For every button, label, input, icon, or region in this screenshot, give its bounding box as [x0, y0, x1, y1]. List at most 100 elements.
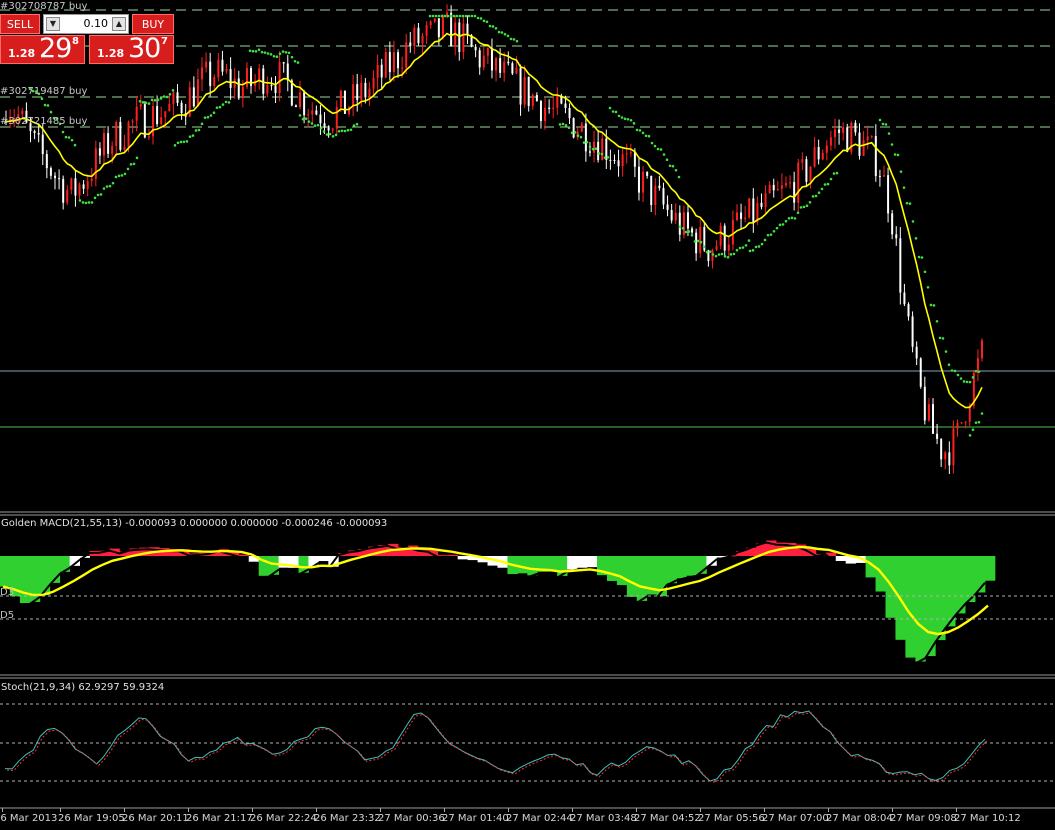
candle-body: [919, 358, 922, 387]
candle-body: [213, 77, 216, 86]
candle-body: [981, 340, 983, 359]
candle-body: [241, 86, 244, 99]
lot-increase-button[interactable]: ▲: [112, 17, 126, 31]
candle-body: [180, 102, 183, 114]
trail-dot: [757, 245, 761, 248]
candle-body: [307, 114, 310, 116]
trail-dot: [896, 153, 900, 157]
candle-body: [294, 105, 297, 108]
trail-dot: [168, 92, 172, 96]
candle-body: [282, 62, 285, 64]
trail-dot: [899, 170, 903, 173]
trail-dot: [173, 144, 177, 147]
candle-body: [776, 188, 779, 191]
macd-histogram-bar: [915, 556, 926, 662]
buy-price-button[interactable]: 1.28 30 7: [89, 33, 174, 64]
macd-histogram-bar: [587, 556, 598, 568]
trail-dot: [941, 337, 945, 340]
trail-dot: [650, 141, 654, 145]
candle-body: [527, 76, 530, 106]
candle-body: [437, 18, 440, 38]
buy-price-prefix: 1.28: [97, 47, 125, 60]
trail-dot: [965, 380, 969, 384]
trail-dot: [974, 421, 978, 424]
trail-dot: [470, 14, 474, 18]
candle-body: [495, 58, 498, 71]
trail-dot: [49, 110, 53, 114]
trail-dot: [606, 155, 610, 159]
trail-dot: [512, 38, 516, 41]
trail-dot: [775, 226, 779, 230]
trail-dot: [644, 134, 648, 138]
sell-price-prefix: 1.28: [8, 47, 36, 60]
candle-body: [78, 184, 81, 196]
trail-dot: [823, 183, 827, 186]
trail-dot: [594, 147, 598, 151]
trail-dot: [509, 37, 513, 41]
trail-dot: [141, 101, 145, 104]
candle-body: [364, 82, 367, 98]
candle-body: [825, 145, 828, 153]
macd-histogram-bar: [905, 556, 916, 658]
candle-body: [544, 107, 547, 122]
candle-body: [691, 228, 694, 233]
candle-body: [45, 154, 48, 169]
buy-button[interactable]: BUY: [132, 14, 174, 34]
trail-dot: [284, 51, 288, 54]
trail-dot: [61, 130, 65, 134]
candle-body: [833, 129, 836, 138]
candle-body: [715, 245, 718, 250]
candle-body: [217, 59, 220, 78]
trail-dot: [352, 124, 356, 127]
lot-decrease-button[interactable]: ▼: [46, 17, 60, 31]
sell-price-button[interactable]: 1.28 29 8: [0, 33, 85, 64]
candle-body: [41, 134, 44, 155]
time-axis-label: 26 Mar 22:24: [250, 813, 317, 824]
trail-dot: [117, 174, 121, 178]
trail-dot: [687, 230, 691, 233]
candle-body: [601, 138, 604, 161]
candle-body: [482, 55, 485, 68]
macd-histogram-bar: [616, 556, 628, 586]
trail-dot: [138, 99, 142, 103]
candle-body: [552, 107, 555, 110]
trail-dot: [678, 225, 682, 229]
trail-dot: [81, 201, 85, 204]
lot-size-field[interactable]: ▼ 0.10 ▲: [43, 14, 129, 34]
trail-dot: [938, 336, 942, 340]
trail-dot: [191, 134, 195, 137]
candle-body: [744, 217, 747, 219]
macd-histogram-bar: [527, 556, 538, 576]
trail-dot: [603, 156, 607, 160]
trail-dot: [132, 162, 136, 166]
candle-body: [838, 129, 841, 133]
candle-body: [74, 178, 77, 196]
price-chart[interactable]: [0, 0, 1055, 830]
trail-dot: [911, 220, 915, 223]
candle-body: [413, 27, 416, 46]
candle-body: [315, 110, 318, 115]
order-label-3[interactable]: #302721485 buy: [0, 116, 87, 127]
order-label-2[interactable]: #302719487 buy: [0, 86, 87, 97]
trail-dot: [714, 254, 718, 258]
trail-dot: [977, 370, 981, 373]
trail-dot: [620, 116, 624, 119]
candle-body: [968, 405, 971, 422]
trail-dot: [337, 129, 341, 133]
trail-dot: [215, 106, 219, 109]
trail-dot: [971, 376, 975, 379]
candle-body: [405, 42, 408, 68]
candle-body: [286, 63, 289, 81]
trail-dot: [656, 147, 660, 151]
sell-button[interactable]: SELL: [0, 14, 40, 34]
trail-dot: [608, 106, 612, 110]
trail-dot: [558, 123, 562, 126]
trail-dot: [290, 55, 294, 59]
lot-size-value[interactable]: 0.10: [84, 15, 109, 33]
trail-dot: [467, 14, 471, 18]
trail-dot: [681, 226, 685, 230]
order-label-1[interactable]: #302708787 buy: [0, 1, 87, 12]
trail-dot: [497, 30, 501, 34]
candle-body: [735, 212, 738, 220]
candle-body: [196, 79, 199, 107]
